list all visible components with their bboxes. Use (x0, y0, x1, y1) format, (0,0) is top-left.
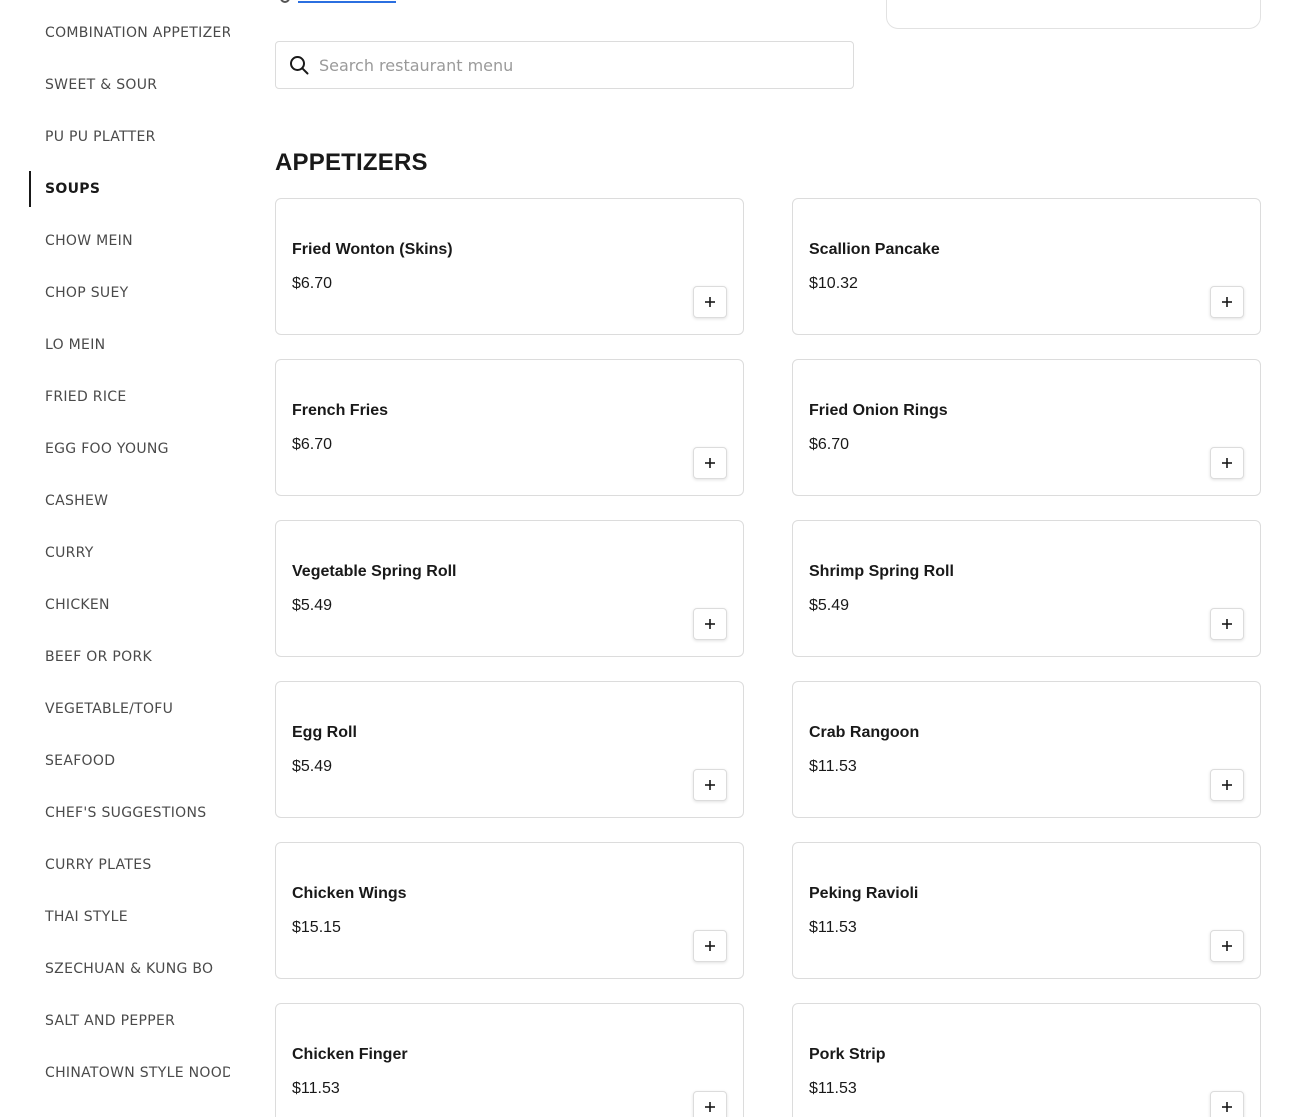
menu-item-price: $11.53 (292, 1080, 340, 1097)
menu-item-card[interactable]: Egg Roll $5.49 (275, 681, 744, 818)
plus-icon (1222, 297, 1232, 307)
sidebar-category-item[interactable]: COMBINATION APPETIZERS (0, 7, 230, 59)
menu-item-name: Scallion Pancake (809, 241, 940, 258)
category-sidebar: COMBINATION APPETIZERS SWEET & SOUR PU PU … (0, 0, 240, 1117)
location-pin-icon (280, 0, 290, 3)
sidebar-category-item[interactable]: CURRY PLATES (0, 839, 230, 891)
sidebar-category-item[interactable]: CHOW MEIN (0, 215, 230, 267)
sidebar-category-item[interactable]: CHEF'S SUGGESTIONS (0, 787, 230, 839)
plus-icon (705, 1102, 715, 1112)
menu-item-name: Chicken Wings (292, 885, 407, 902)
menu-item-card[interactable]: Fried Wonton (Skins) $6.70 (275, 198, 744, 335)
menu-item-name: Fried Wonton (Skins) (292, 241, 453, 258)
sidebar-category-item[interactable]: CHOP SUEY (0, 267, 230, 319)
menu-item-price: $6.70 (292, 436, 333, 453)
sidebar-category-item[interactable]: SWEET & SOUR (0, 59, 230, 111)
menu-item-name: Chicken Finger (292, 1046, 408, 1063)
sidebar-category-item[interactable]: EGG FOO YOUNG (0, 423, 230, 475)
plus-icon (705, 619, 715, 629)
sidebar-category-item[interactable]: SZECHUAN & KUNG BO (0, 943, 230, 995)
sidebar-category-item[interactable]: FRIED RICE (0, 371, 230, 423)
menu-item-name: French Fries (292, 402, 389, 419)
menu-item-card[interactable]: Pork Strip $11.53 (792, 1003, 1261, 1117)
restaurant-menu-page: COMBINATION APPETIZERS SWEET & SOUR PU PU … (0, 0, 1290, 1117)
menu-item-price: $11.53 (809, 758, 857, 775)
sidebar-category-item[interactable]: PU PU PLATTER (0, 111, 230, 163)
add-item-button[interactable] (1210, 930, 1244, 962)
sidebar-category-item[interactable]: VEGETABLE/TOFU (0, 683, 230, 735)
plus-icon (705, 458, 715, 468)
add-item-button[interactable] (1210, 769, 1244, 801)
menu-item-price: $10.32 (809, 275, 858, 292)
add-item-button[interactable] (693, 930, 727, 962)
plus-icon (1222, 458, 1232, 468)
menu-item-name: Peking Ravioli (809, 885, 919, 902)
sidebar-category-item[interactable]: THAI STYLE (0, 891, 230, 943)
menu-item-card[interactable]: Chicken Finger $11.53 (275, 1003, 744, 1117)
menu-item-card[interactable]: Crab Rangoon $11.53 (792, 681, 1261, 818)
menu-item-card[interactable]: Fried Onion Rings $6.70 (792, 359, 1261, 496)
add-item-button[interactable] (693, 447, 727, 479)
sidebar-category-item[interactable]: CURRY (0, 527, 230, 579)
menu-item-name: Shrimp Spring Roll (809, 563, 954, 580)
menu-item-card[interactable]: Peking Ravioli $11.53 (792, 842, 1261, 979)
plus-icon (705, 941, 715, 951)
restaurant-info-link-row (280, 0, 396, 4)
menu-item-name: Pork Strip (809, 1046, 886, 1063)
sidebar-category-item[interactable]: SOUPS (0, 163, 230, 215)
menu-item-price: $6.70 (292, 275, 333, 292)
plus-icon (705, 780, 715, 790)
plus-icon (1222, 941, 1232, 951)
menu-item-card[interactable]: Scallion Pancake $10.32 (792, 198, 1261, 335)
category-list: COMBINATION APPETIZERS SWEET & SOUR PU PU … (0, 7, 240, 1099)
sidebar-category-item[interactable]: SALT AND PEPPER (0, 995, 230, 1047)
menu-search-box[interactable] (275, 41, 854, 89)
add-item-button[interactable] (1210, 447, 1244, 479)
menu-item-name: Crab Rangoon (809, 724, 920, 741)
menu-item-name: Vegetable Spring Roll (292, 563, 457, 580)
add-item-button[interactable] (1210, 608, 1244, 640)
menu-item-card[interactable]: Vegetable Spring Roll $5.49 (275, 520, 744, 657)
restaurant-info-link[interactable] (298, 1, 396, 3)
add-item-button[interactable] (1210, 1091, 1244, 1117)
plus-icon (1222, 780, 1232, 790)
menu-item-price: $6.70 (809, 436, 850, 453)
menu-item-price: $5.49 (809, 597, 850, 614)
menu-item-grid: Fried Wonton (Skins) $6.70 Scallion Pancak… (275, 198, 1261, 1117)
menu-item-price: $11.53 (809, 919, 857, 936)
menu-item-price: $5.49 (292, 758, 333, 775)
plus-icon (1222, 1102, 1232, 1112)
menu-item-card[interactable]: French Fries $6.70 (275, 359, 744, 496)
sidebar-category-item[interactable]: CHICKEN (0, 579, 230, 631)
search-icon (290, 56, 309, 75)
menu-item-price: $11.53 (809, 1080, 857, 1097)
sidebar-category-item[interactable]: SEAFOOD (0, 735, 230, 787)
order-summary-card (886, 0, 1261, 29)
add-item-button[interactable] (1210, 286, 1244, 318)
menu-item-card[interactable]: Shrimp Spring Roll $5.49 (792, 520, 1261, 657)
add-item-button[interactable] (693, 1091, 727, 1117)
sidebar-category-item[interactable]: LO MEIN (0, 319, 230, 371)
sidebar-category-item[interactable]: CASHEW (0, 475, 230, 527)
menu-item-name: Fried Onion Rings (809, 402, 948, 419)
sidebar-category-item[interactable]: CHINATOWN STYLE NOOD (0, 1047, 230, 1099)
add-item-button[interactable] (693, 608, 727, 640)
menu-item-card[interactable]: Chicken Wings $15.15 (275, 842, 744, 979)
sidebar-category-item[interactable]: BEEF OR PORK (0, 631, 230, 683)
menu-item-price: $15.15 (292, 919, 341, 936)
search-input[interactable] (319, 42, 853, 88)
section-title: APPETIZERS (275, 149, 428, 176)
add-item-button[interactable] (693, 769, 727, 801)
menu-item-price: $5.49 (292, 597, 333, 614)
menu-item-name: Egg Roll (292, 724, 357, 741)
plus-icon (1222, 619, 1232, 629)
add-item-button[interactable] (693, 286, 727, 318)
plus-icon (705, 297, 715, 307)
